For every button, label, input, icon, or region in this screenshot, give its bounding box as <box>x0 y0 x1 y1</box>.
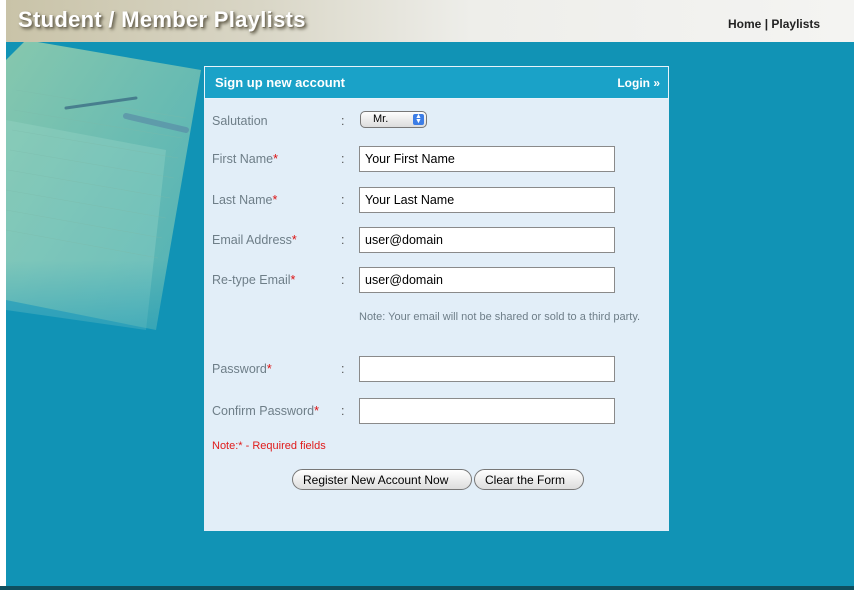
required-asterisk: * <box>314 404 319 418</box>
nav-home-link[interactable]: Home <box>728 17 761 31</box>
required-asterisk: * <box>290 273 296 287</box>
email-colon: : <box>341 233 345 247</box>
first-name-colon: : <box>341 152 345 166</box>
required-asterisk: * <box>273 152 278 166</box>
last-name-label: Last Name* <box>212 193 278 207</box>
confirm-password-colon: : <box>341 404 345 418</box>
site-title: Student / Member Playlists <box>18 7 306 32</box>
password-field[interactable] <box>359 356 615 382</box>
signup-panel: Sign up new account Login » Salutation :… <box>204 66 669 531</box>
required-fields-note: Note:* - Required fields <box>212 440 326 452</box>
first-name-label: First Name* <box>212 152 278 166</box>
page-bottom-border <box>0 586 854 590</box>
signup-title: Sign up new account <box>215 75 346 90</box>
required-asterisk: * <box>291 233 297 247</box>
salutation-value: Mr. <box>373 113 389 125</box>
last-name-row: Last Name* : <box>204 187 669 215</box>
nav-playlists-link[interactable]: Playlists <box>771 17 820 31</box>
retype-email-field[interactable] <box>359 267 615 293</box>
required-asterisk: * <box>266 362 272 376</box>
clear-form-button[interactable]: Clear the Form <box>474 469 584 490</box>
register-button[interactable]: Register New Account Now <box>292 469 472 490</box>
email-field[interactable] <box>359 227 615 253</box>
top-navigation: Home | Playlists <box>728 17 854 31</box>
password-label: Password* <box>212 362 272 376</box>
nav-separator: | <box>764 17 769 31</box>
page-frame: Student / Member Playlists Home | Playli… <box>6 0 854 590</box>
first-name-row: First Name* : <box>204 146 669 174</box>
password-row: Password* : <box>204 356 669 384</box>
email-row: Email Address* : <box>204 227 669 255</box>
retype-email-colon: : <box>341 273 345 287</box>
site-header: Student / Member Playlists Home | Playli… <box>6 0 854 42</box>
signup-panel-header: Sign up new account Login » <box>204 66 669 99</box>
salutation-row: Salutation : Mr. ▲ ▼ <box>204 108 669 136</box>
confirm-password-field[interactable] <box>359 398 615 424</box>
salutation-select[interactable]: Mr. ▲ ▼ <box>360 111 427 128</box>
confirm-password-row: Confirm Password* : <box>204 398 669 426</box>
email-label: Email Address* <box>212 233 297 247</box>
retype-email-row: Re-type Email* : <box>204 267 669 295</box>
last-name-colon: : <box>341 193 345 207</box>
first-name-field[interactable] <box>359 146 615 172</box>
login-link[interactable]: Login » <box>617 76 660 90</box>
confirm-password-label: Confirm Password* <box>212 404 319 418</box>
up-down-arrows-icon: ▲ ▼ <box>413 113 424 125</box>
required-asterisk: * <box>272 193 278 207</box>
email-privacy-note: Note: Your email will not be shared or s… <box>359 311 641 323</box>
last-name-field[interactable] <box>359 187 615 213</box>
salutation-colon: : <box>341 114 345 128</box>
retype-email-label: Re-type Email* <box>212 273 296 287</box>
salutation-label: Salutation <box>212 114 268 128</box>
password-colon: : <box>341 362 345 376</box>
